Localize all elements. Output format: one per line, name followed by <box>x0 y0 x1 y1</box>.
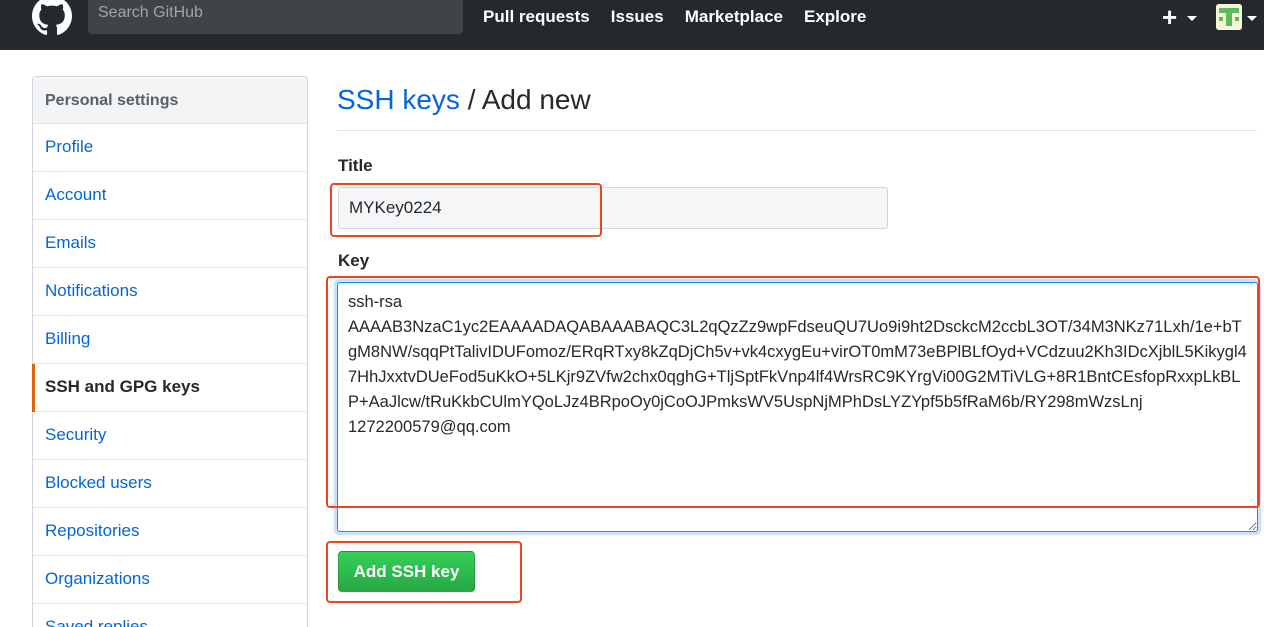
sidebar-item-organizations[interactable]: Organizations <box>33 556 307 604</box>
chevron-down-icon <box>1247 16 1257 21</box>
nav-issues[interactable]: Issues <box>611 7 664 27</box>
nav-marketplace[interactable]: Marketplace <box>685 7 783 27</box>
key-textarea[interactable]: ssh-rsa AAAAB3NzaC1yc2EAAAADAQABAAABAQC3… <box>337 282 1258 532</box>
title-divider <box>337 130 1257 131</box>
sidebar-item-security[interactable]: Security <box>33 412 307 460</box>
breadcrumb-separator: / <box>459 84 482 115</box>
breadcrumb-current: Add new <box>481 84 591 115</box>
sidebar-item-notifications[interactable]: Notifications <box>33 268 307 316</box>
search-box[interactable] <box>88 0 463 34</box>
identicon-icon <box>1216 4 1242 30</box>
sidebar-item-saved-replies[interactable]: Saved replies <box>33 604 307 627</box>
settings-sidebar: Personal settings Profile Account Emails… <box>32 76 308 627</box>
sidebar-item-billing[interactable]: Billing <box>33 316 307 364</box>
top-navigation-bar: Pull requests Issues Marketplace Explore… <box>0 0 1264 50</box>
chevron-down-icon <box>1187 16 1197 21</box>
avatar[interactable] <box>1216 4 1242 30</box>
page-title: SSH keys / Add new <box>337 84 591 116</box>
nav-explore[interactable]: Explore <box>804 7 866 27</box>
sidebar-item-ssh-gpg-keys[interactable]: SSH and GPG keys <box>32 364 307 412</box>
plus-icon[interactable]: + <box>1162 3 1177 31</box>
nav-pull-requests[interactable]: Pull requests <box>483 7 590 27</box>
header-nav: Pull requests Issues Marketplace Explore <box>483 5 887 29</box>
add-ssh-key-button[interactable]: Add SSH key <box>338 551 475 592</box>
title-label: Title <box>338 156 373 175</box>
key-title-input[interactable] <box>338 187 888 229</box>
sidebar-item-account[interactable]: Account <box>33 172 307 220</box>
key-label: Key <box>338 251 370 270</box>
sidebar-item-repositories[interactable]: Repositories <box>33 508 307 556</box>
breadcrumb-ssh-keys-link[interactable]: SSH keys <box>337 84 460 115</box>
search-input[interactable] <box>88 0 463 34</box>
sidebar-item-emails[interactable]: Emails <box>33 220 307 268</box>
github-logo-icon[interactable] <box>32 0 72 36</box>
sidebar-item-profile[interactable]: Profile <box>33 124 307 172</box>
sidebar-heading: Personal settings <box>33 77 307 124</box>
sidebar-item-blocked-users[interactable]: Blocked users <box>33 460 307 508</box>
